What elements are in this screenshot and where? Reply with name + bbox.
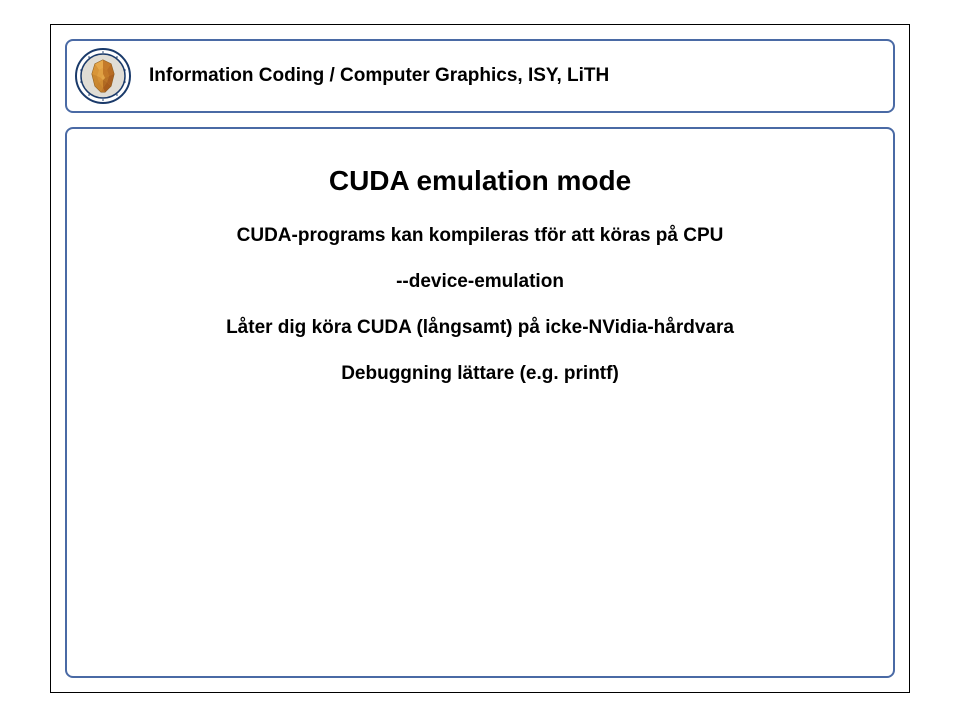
header-box: Information Coding / Computer Graphics, … [65, 39, 895, 113]
slide-title: CUDA emulation mode [329, 165, 631, 197]
logo-icon [75, 48, 131, 104]
body-line: Debuggning lättare (e.g. printf) [341, 363, 619, 385]
header-title: Information Coding / Computer Graphics, … [149, 65, 609, 87]
body-line: Låter dig köra CUDA (långsamt) på icke-N… [226, 317, 734, 339]
body-line: CUDA-programs kan kompileras tför att kö… [237, 225, 724, 247]
content-box: CUDA emulation mode CUDA-programs kan ko… [65, 127, 895, 678]
body-line: --device-emulation [396, 271, 564, 293]
slide-frame: Information Coding / Computer Graphics, … [50, 24, 910, 693]
